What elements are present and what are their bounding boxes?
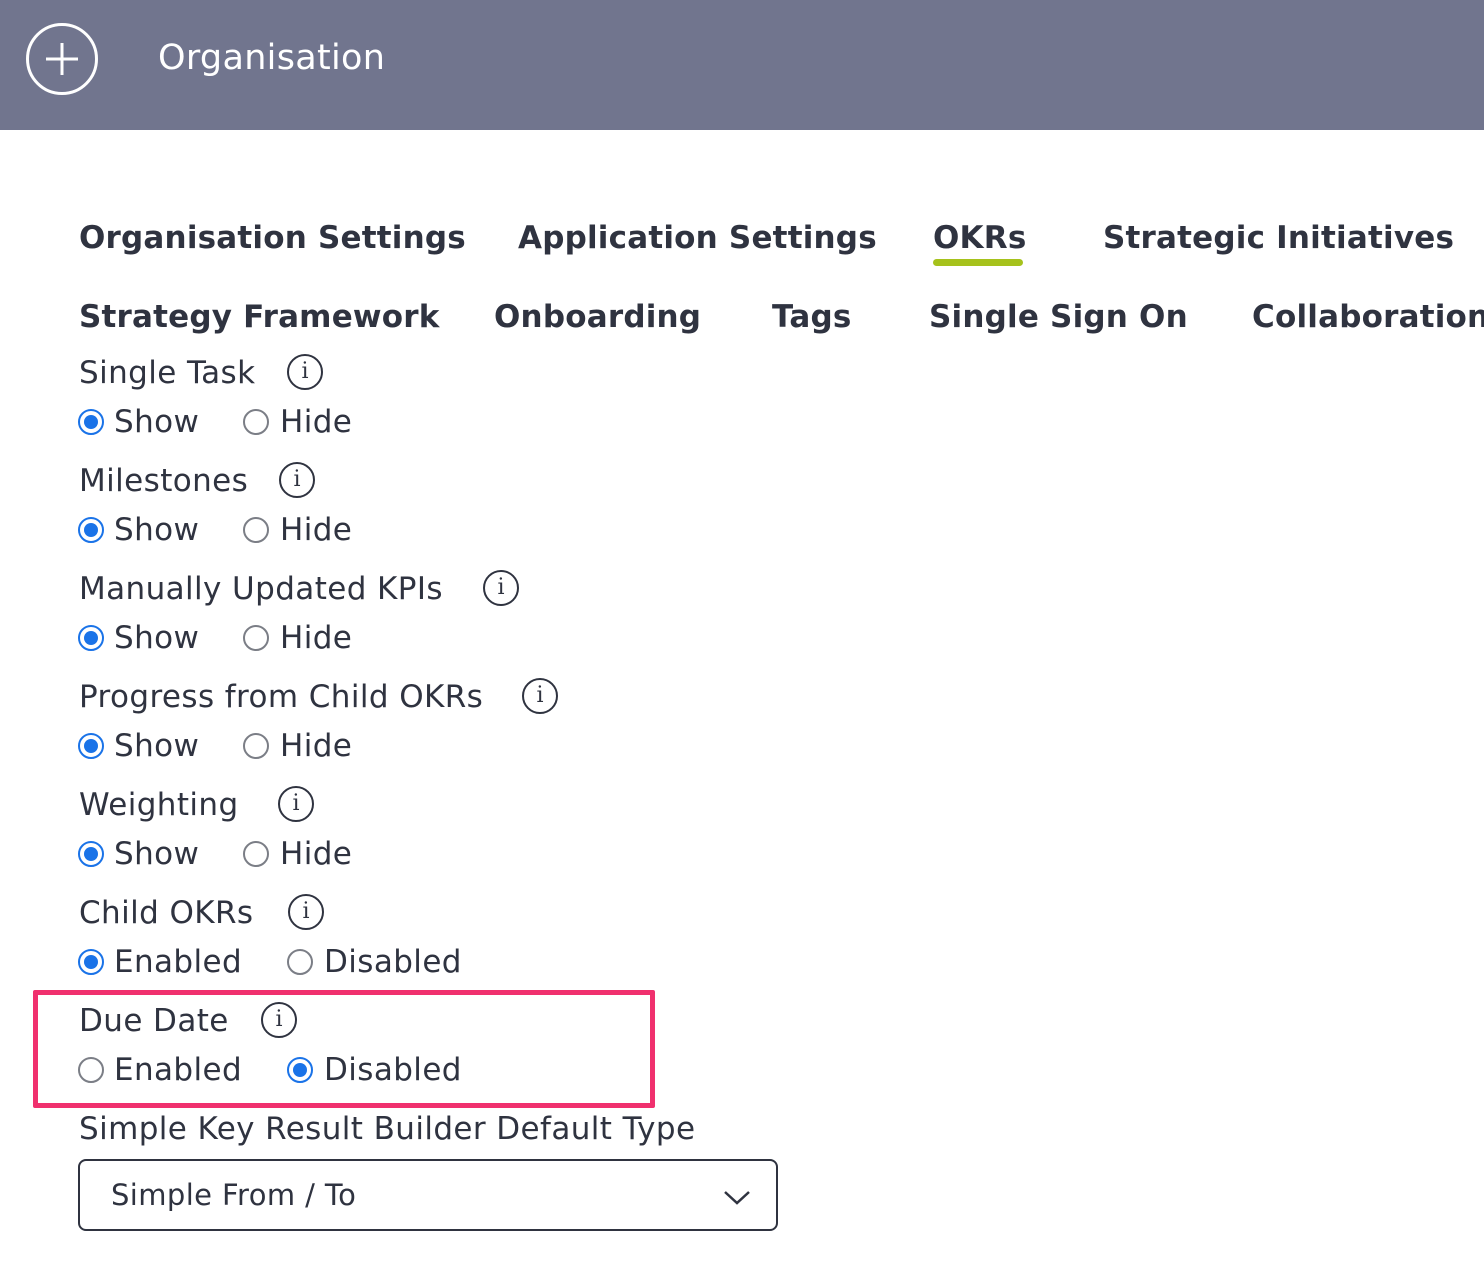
add-button[interactable] bbox=[26, 23, 98, 95]
radio-weighting-show[interactable] bbox=[78, 841, 104, 867]
tab-onboarding[interactable]: Onboarding bbox=[494, 299, 701, 335]
radio-weighting-hide[interactable] bbox=[243, 841, 269, 867]
plus-circle-icon bbox=[46, 43, 78, 75]
info-icon[interactable]: i bbox=[288, 894, 324, 930]
setting-label-milestones: Milestones bbox=[79, 463, 249, 499]
tab-application-settings[interactable]: Application Settings bbox=[518, 220, 877, 256]
tab-strategic-initiatives[interactable]: Strategic Initiatives bbox=[1103, 220, 1454, 256]
info-icon[interactable]: i bbox=[279, 462, 315, 498]
info-icon[interactable]: i bbox=[483, 570, 519, 606]
radio-child-okrs-disabled[interactable] bbox=[287, 949, 313, 975]
radio-progress-child-hide[interactable] bbox=[243, 733, 269, 759]
radio-label: Hide bbox=[280, 404, 353, 440]
setting-label-single-task: Single Task bbox=[79, 355, 256, 391]
setting-label-manual-kpis: Manually Updated KPIs bbox=[79, 571, 443, 607]
radio-single-task-show[interactable] bbox=[78, 409, 104, 435]
chevron-down-icon bbox=[724, 1191, 750, 1205]
radio-label: Show bbox=[114, 728, 200, 764]
radio-single-task-hide[interactable] bbox=[243, 409, 269, 435]
tab-okrs[interactable]: OKRs bbox=[933, 220, 1027, 256]
active-tab-indicator bbox=[933, 259, 1023, 266]
setting-label-weighting: Weighting bbox=[79, 787, 239, 823]
kr-builder-type-select[interactable]: Simple From / To bbox=[78, 1159, 778, 1231]
tab-collaboration[interactable]: Collaboration bbox=[1252, 299, 1484, 335]
info-icon[interactable]: i bbox=[278, 786, 314, 822]
radio-label: Show bbox=[114, 512, 200, 548]
top-header-bar: Organisation bbox=[0, 0, 1484, 130]
radio-label: Show bbox=[114, 836, 200, 872]
select-value: Simple From / To bbox=[111, 1178, 357, 1212]
tab-tags[interactable]: Tags bbox=[772, 299, 852, 335]
radio-label: Hide bbox=[280, 512, 353, 548]
radio-label: Hide bbox=[280, 620, 353, 656]
radio-label: Disabled bbox=[324, 944, 462, 980]
radio-child-okrs-enabled[interactable] bbox=[78, 949, 104, 975]
info-icon[interactable]: i bbox=[287, 354, 323, 390]
radio-manual-kpis-hide[interactable] bbox=[243, 625, 269, 651]
radio-label: Show bbox=[114, 404, 200, 440]
info-icon[interactable]: i bbox=[522, 678, 558, 714]
radio-milestones-hide[interactable] bbox=[243, 517, 269, 543]
radio-progress-child-show[interactable] bbox=[78, 733, 104, 759]
page-title: Organisation bbox=[158, 38, 386, 78]
setting-label-child-okrs: Child OKRs bbox=[79, 895, 254, 931]
tab-strategy-framework[interactable]: Strategy Framework bbox=[79, 299, 440, 335]
radio-label: Hide bbox=[280, 836, 353, 872]
radio-milestones-show[interactable] bbox=[78, 517, 104, 543]
setting-label-progress-child-okrs: Progress from Child OKRs bbox=[79, 679, 484, 715]
radio-label: Show bbox=[114, 620, 200, 656]
tab-organisation-settings[interactable]: Organisation Settings bbox=[79, 220, 466, 256]
radio-label: Enabled bbox=[114, 944, 243, 980]
settings-scroll-area[interactable]: Single Task i Show Hide Milestones i Sho… bbox=[0, 350, 1484, 1264]
tab-single-sign-on[interactable]: Single Sign On bbox=[929, 299, 1188, 335]
radio-manual-kpis-show[interactable] bbox=[78, 625, 104, 651]
setting-label-kr-builder-type: Simple Key Result Builder Default Type bbox=[79, 1111, 696, 1147]
radio-label: Hide bbox=[280, 728, 353, 764]
due-date-highlight bbox=[33, 990, 655, 1108]
